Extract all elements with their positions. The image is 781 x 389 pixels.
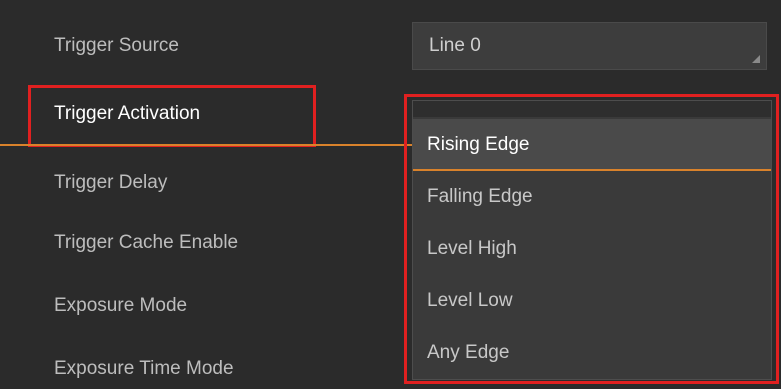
label-trigger-delay: Trigger Delay: [54, 172, 168, 193]
label-trigger-source: Trigger Source: [54, 35, 179, 56]
selected-row-indicator: [0, 144, 415, 146]
label-trigger-cache-enable: Trigger Cache Enable: [54, 232, 239, 253]
trigger-source-value: Line 0: [429, 35, 481, 56]
label-exposure-mode: Exposure Mode: [54, 295, 188, 316]
resize-grip-icon: [752, 55, 760, 63]
trigger-source-field[interactable]: Line 0: [412, 22, 767, 70]
dropdown-highlight-box: [404, 94, 779, 384]
camera-parameter-panel: Trigger Source Trigger Activation Trigge…: [0, 0, 781, 389]
label-exposure-time-mode: Exposure Time Mode: [54, 358, 234, 379]
trigger-activation-highlight-box: [28, 85, 316, 147]
